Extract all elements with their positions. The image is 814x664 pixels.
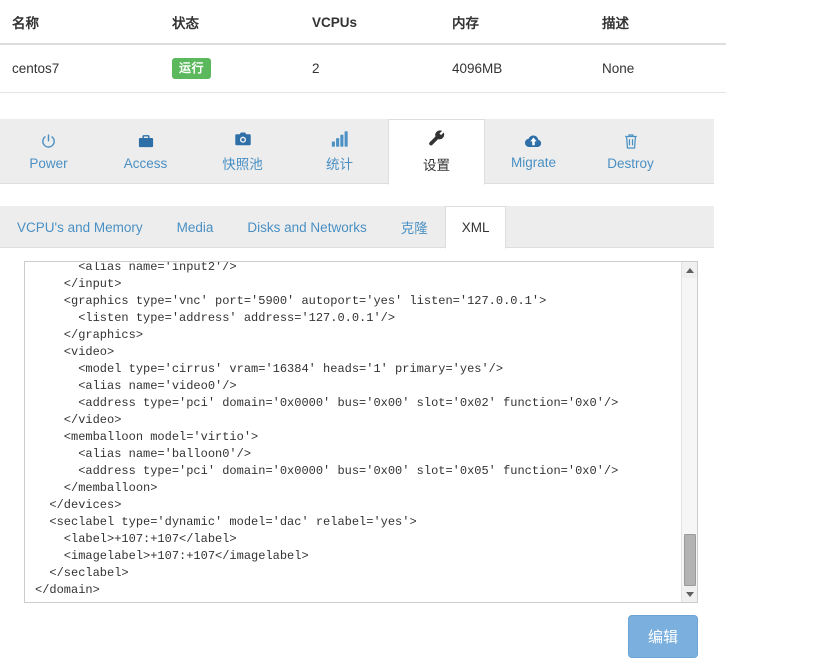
bar-chart-icon xyxy=(331,131,348,147)
table-header-row: 名称 状态 VCPUs 内存 描述 xyxy=(0,0,726,44)
column-header-description: 描述 xyxy=(602,0,726,44)
cell-vm-description: None xyxy=(602,44,726,93)
edit-button[interactable]: 编辑 xyxy=(628,615,698,658)
cell-vm-state: 运行 xyxy=(172,44,312,93)
sub-tab-media[interactable]: Media xyxy=(160,206,231,247)
column-header-memory: 内存 xyxy=(452,0,602,44)
scrollbar-thumb[interactable] xyxy=(684,534,696,586)
tab-statistics-label: 统计 xyxy=(326,153,353,173)
cell-vm-memory: 4096MB xyxy=(452,44,602,93)
tab-power-label: Power xyxy=(29,156,67,171)
tab-power[interactable]: Power xyxy=(0,119,97,183)
status-badge: 运行 xyxy=(172,58,211,79)
xml-editor-content[interactable]: <alias name='input2'/> </input> <graphic… xyxy=(25,261,680,603)
sub-tab-clone[interactable]: 克隆 xyxy=(384,206,445,247)
main-tab-bar: Power Access 快照池 xyxy=(0,119,714,184)
tab-settings[interactable]: 设置 xyxy=(388,119,485,185)
column-header-name: 名称 xyxy=(0,0,172,44)
tab-settings-label: 设置 xyxy=(423,154,450,174)
xml-editor-scrollbar[interactable] xyxy=(681,262,697,602)
cell-vm-vcpus: 2 xyxy=(312,44,452,93)
wrench-icon xyxy=(428,130,446,148)
camera-icon xyxy=(234,131,252,147)
tab-migrate[interactable]: Migrate xyxy=(485,119,582,183)
tab-access-label: Access xyxy=(124,156,168,171)
column-header-state: 状态 xyxy=(172,0,312,44)
sub-tab-disks-and-networks[interactable]: Disks and Networks xyxy=(230,206,383,247)
cell-vm-name[interactable]: centos7 xyxy=(0,44,172,93)
xml-editor[interactable]: <alias name='input2'/> </input> <graphic… xyxy=(24,261,698,603)
tab-access[interactable]: Access xyxy=(97,119,194,183)
vm-table-head: 名称 状态 VCPUs 内存 描述 xyxy=(0,0,726,44)
cloud-upload-icon xyxy=(524,133,543,149)
tab-destroy-label: Destroy xyxy=(607,156,654,171)
briefcase-icon xyxy=(137,133,155,150)
table-row: centos7 运行 2 4096MB None xyxy=(0,44,726,93)
tab-migrate-label: Migrate xyxy=(511,155,556,170)
editor-action-row: 编辑 xyxy=(0,615,698,658)
trash-icon xyxy=(623,133,639,150)
vm-table-body: centos7 运行 2 4096MB None xyxy=(0,44,726,93)
column-header-vcpus: VCPUs xyxy=(312,0,452,44)
tab-snapshot-pool[interactable]: 快照池 xyxy=(194,119,291,183)
tab-statistics[interactable]: 统计 xyxy=(291,119,388,183)
sub-tab-xml[interactable]: XML xyxy=(445,206,507,249)
vm-summary-table: 名称 状态 VCPUs 内存 描述 centos7 运行 2 4096MB No… xyxy=(0,0,726,93)
tab-snapshot-pool-label: 快照池 xyxy=(222,153,263,173)
sub-tab-bar: VCPU's and Memory Media Disks and Networ… xyxy=(0,206,714,248)
scroll-down-arrow-icon[interactable] xyxy=(682,586,698,602)
tab-destroy[interactable]: Destroy xyxy=(582,119,679,183)
sub-tab-vcpus-and-memory[interactable]: VCPU's and Memory xyxy=(0,206,160,247)
power-icon xyxy=(40,133,57,150)
scroll-up-arrow-icon[interactable] xyxy=(682,262,698,278)
